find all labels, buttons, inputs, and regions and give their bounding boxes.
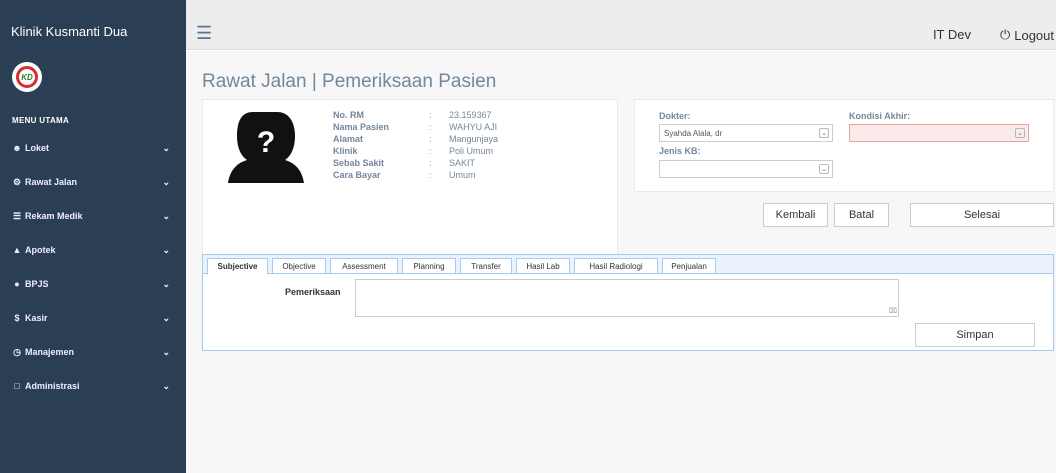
logout-label: Logout [1014, 27, 1054, 43]
sidebar-item-manajemen[interactable]: ◷ Manajemen ⌄ [0, 335, 186, 369]
tab-planning[interactable]: Planning [402, 258, 456, 274]
kembali-button[interactable]: Kembali [763, 203, 828, 227]
patient-row-cara-bayar: Cara Bayar : Umum [333, 170, 476, 180]
doctor-form-card: Dokter: Syahda Alala, dr ⌄ Kondisi Akhir… [634, 99, 1054, 192]
chevron-down-icon: ⌄ [162, 142, 170, 153]
patient-row-sebab-sakit: Sebab Sakit : SAKIT [333, 158, 476, 168]
menu-title: MENU UTAMA [12, 116, 70, 125]
tab-transfer[interactable]: Transfer [460, 258, 512, 274]
chevron-down-icon: ⌄ [819, 128, 829, 138]
clinic-logo: KD [12, 62, 42, 92]
chevron-down-icon: ⌄ [162, 278, 170, 289]
sidebar: Klinik Kusmanti Dua KD MENU UTAMA ☻ Loke… [0, 0, 186, 473]
logo-mark: KD [16, 66, 38, 88]
patient-row-nama: Nama Pasien : WAHYU AJI [333, 122, 498, 132]
chevron-down-icon: ⌄ [162, 346, 170, 357]
logout-button[interactable]: ⏻ Logout [1000, 27, 1054, 43]
sidebar-item-rawat-jalan[interactable]: ⚙ Rawat Jalan ⌄ [0, 165, 186, 199]
dollar-icon: $ [14, 313, 20, 323]
clock-icon: ◷ [13, 346, 21, 357]
sidebar-item-label: Rawat Jalan [25, 177, 78, 187]
sidebar-item-label: Administrasi [25, 381, 80, 391]
page-title: Rawat Jalan | Pemeriksaan Pasien [202, 71, 497, 92]
main-content: Rawat Jalan | Pemeriksaan Pasien ? No. R… [186, 51, 1056, 473]
sidebar-item-label: Loket [25, 143, 50, 153]
resize-handle-icon[interactable]: ⌧ [889, 308, 897, 315]
jenis-kb-label: Jenis KB: [659, 146, 701, 156]
unknown-person-icon: ? [228, 112, 304, 183]
sidebar-item-apotek[interactable]: ▲ Apotek ⌄ [0, 233, 186, 267]
sidebar-item-bpjs[interactable]: ● BPJS ⌄ [0, 267, 186, 301]
tab-assessment[interactable]: Assessment [330, 258, 398, 274]
chevron-down-icon: ⌄ [162, 312, 170, 323]
dokter-select[interactable]: Syahda Alala, dr ⌄ [659, 124, 833, 142]
pemeriksaan-label: Pemeriksaan [285, 287, 341, 297]
top-nav: ☰ IT Dev ⏻ Logout [186, 0, 1056, 50]
chevron-down-icon: ⌄ [162, 244, 170, 255]
user-icon: ☻ [12, 143, 22, 153]
beaker-icon: ▲ [12, 245, 22, 255]
kondisi-akhir-select[interactable]: ⌄ [849, 124, 1029, 142]
soap-tab-panel: Subjective Objective Assessment Planning… [202, 254, 1054, 351]
chevron-down-icon: ⌄ [1015, 128, 1025, 138]
sidebar-item-label: BPJS [25, 279, 49, 289]
batal-button[interactable]: Batal [834, 203, 889, 227]
dokter-label: Dokter: [659, 111, 691, 121]
sidebar-item-administrasi[interactable]: □ Administrasi ⌄ [0, 369, 186, 403]
tab-hasil-radiologi[interactable]: Hasil Radiologi [574, 258, 658, 274]
sidebar-item-rekam-medik[interactable]: ☰ Rekam Medik ⌄ [0, 199, 186, 233]
sidebar-item-label: Kasir [25, 313, 48, 323]
bulb-icon: ● [14, 279, 20, 289]
chevron-down-icon: ⌄ [162, 176, 170, 187]
sidebar-item-label: Rekam Medik [25, 211, 83, 221]
user-name[interactable]: IT Dev [933, 27, 971, 42]
power-icon: ⏻ [999, 27, 1011, 42]
chevron-down-icon: ⌄ [162, 210, 170, 221]
patient-row-klinik: Klinik : Poli Umum [333, 146, 494, 156]
square-icon: □ [14, 381, 20, 391]
chevron-down-icon: ⌄ [819, 164, 829, 174]
gear-icon: ⚙ [12, 176, 22, 187]
sidebar-item-label: Manajemen [25, 347, 75, 357]
patient-details: No. RM : 23.159367 Nama Pasien : WAHYU A… [333, 110, 498, 182]
simpan-button[interactable]: Simpan [915, 323, 1035, 347]
patient-row-no-rm: No. RM : 23.159367 [333, 110, 492, 120]
sidebar-item-kasir[interactable]: $ Kasir ⌄ [0, 301, 186, 335]
list-icon: ☰ [12, 210, 22, 221]
brand-title[interactable]: Klinik Kusmanti Dua [0, 0, 186, 62]
tab-subjective[interactable]: Subjective [207, 258, 268, 275]
chevron-down-icon: ⌄ [162, 380, 170, 391]
kondisi-akhir-label: Kondisi Akhir: [849, 111, 911, 121]
tab-hasil-lab[interactable]: Hasil Lab [516, 258, 570, 274]
pemeriksaan-textarea[interactable]: ⌧ [355, 279, 899, 317]
tab-bar: Subjective Objective Assessment Planning… [203, 255, 1053, 275]
tab-objective[interactable]: Objective [272, 258, 326, 274]
sidebar-item-loket[interactable]: ☻ Loket ⌄ [0, 131, 186, 165]
selesai-button[interactable]: Selesai [910, 203, 1054, 227]
patient-row-alamat: Alamat : Mangunjaya [333, 134, 499, 144]
jenis-kb-select[interactable]: ⌄ [659, 160, 833, 178]
sidebar-item-label: Apotek [25, 245, 56, 255]
svg-text:?: ? [257, 126, 275, 159]
menu-toggle-icon[interactable]: ☰ [196, 24, 212, 42]
tab-penjualan[interactable]: Penjualan [662, 258, 716, 274]
